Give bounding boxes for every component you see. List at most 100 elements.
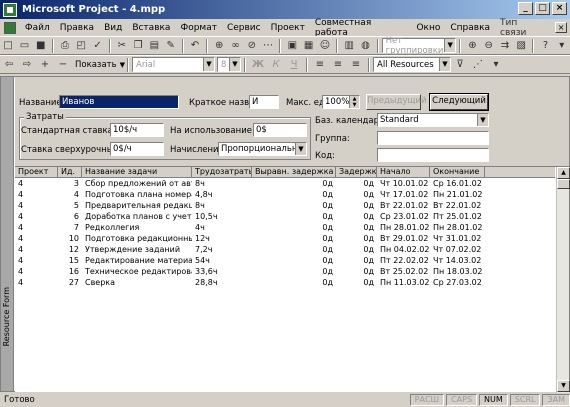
standard-rate-field[interactable]: 10$/ч [110,123,164,137]
autofilter-icon[interactable]: ⊽ [452,57,468,72]
col-id-header[interactable]: Ид. [58,167,82,178]
italic-button[interactable]: К [268,57,284,72]
font-size-combo[interactable]: 8 ▼ [217,57,241,72]
print-icon[interactable]: ⎙ [58,38,72,53]
task-info-icon[interactable]: ▣ [285,38,299,53]
split-task-icon[interactable]: ⋯ [261,38,275,53]
max-units-field[interactable]: 100% ▲ ▼ [322,95,360,109]
arrow-right-icon[interactable]: ⇨ [19,57,35,72]
align-right-icon[interactable]: ≡ [348,57,364,72]
chevron-down-icon[interactable]: ▼ [444,39,456,52]
table-row[interactable]: 4 3 Сбор предложений от автор 8ч 0д 0д Ч… [15,179,555,189]
spinner-icon[interactable]: ▲ ▼ [349,96,359,108]
bold-button[interactable]: Ж [250,57,266,72]
group-field[interactable] [377,131,489,145]
close-button[interactable]: × [552,2,567,15]
publish-icon[interactable]: ▥ [342,38,356,53]
show-dropdown[interactable]: Показать ▼ [72,57,125,72]
scroll-down-icon[interactable]: ▼ [557,380,570,392]
filter-combo[interactable]: All Resources ▼ [373,57,451,72]
help-icon[interactable]: ? [538,38,552,53]
unlink-tasks-icon[interactable]: ⊘ [245,38,259,53]
table-row[interactable]: 4 12 Утверждение заданий 7,2ч 0д 0д Пн 0… [15,245,555,255]
scroll-thumb[interactable] [557,179,570,189]
table-row[interactable]: 4 16 Техническое редактировани 33,6ч 0д … [15,267,555,277]
per-use-field[interactable]: 0$ [253,123,307,137]
link-type-label[interactable]: Тип связи [495,18,551,38]
table-row[interactable]: 4 4 Подготовка плана номера 4,8ч 0д 0д Ч… [15,190,555,200]
grid-vertical-scrollbar[interactable]: ▲ ▼ [556,167,570,393]
align-left-icon[interactable]: ≡ [312,57,328,72]
undo-icon[interactable]: ↶ [188,38,202,53]
scroll-up-icon[interactable]: ▲ [557,167,570,179]
menu-file[interactable]: Файл [20,23,55,33]
chevron-down-icon[interactable]: ▼ [229,58,240,71]
zoom-in-icon[interactable]: ⊕ [465,38,479,53]
menu-window[interactable]: Окно [411,23,445,33]
col-leveling-delay-header[interactable]: Выравн. задержка [252,167,336,178]
toolbar-options-icon[interactable]: ▾ [555,38,569,53]
menu-project[interactable]: Проект [266,23,310,33]
col-work-header[interactable]: Трудозатраты [192,167,252,178]
web-icon[interactable]: ◍ [358,38,372,53]
maximize-button[interactable]: □ [535,2,550,15]
short-name-field[interactable]: И [249,95,279,109]
copy-picture-icon[interactable]: ▧ [514,38,528,53]
chevron-down-icon[interactable]: ▼ [295,143,306,155]
document-icon[interactable] [4,21,16,34]
goto-task-icon[interactable]: ⇉ [498,38,512,53]
minus-icon[interactable]: − [55,57,71,72]
name-field[interactable]: Иванов [59,95,179,109]
menu-help[interactable]: Справка [445,23,495,33]
overtime-rate-field[interactable]: 0$/ч [110,142,164,156]
table-row[interactable]: 4 6 Доработка планов с учетом 10,5ч 0д 0… [15,212,555,222]
menu-insert[interactable]: Вставка [127,23,175,33]
toolbar-options-icon[interactable]: ▾ [488,57,504,72]
plus-icon[interactable]: + [37,57,53,72]
hyperlink-icon[interactable]: ⊕ [212,38,226,53]
minimize-button[interactable]: _ [518,2,533,15]
assign-resources-icon[interactable]: ☺ [318,38,332,53]
table-row[interactable]: 4 5 Предварительная редакция 8ч 0д 0д Вт… [15,201,555,211]
table-row[interactable]: 4 15 Редактирование материалов 54ч 0д 0д… [15,256,555,266]
spelling-icon[interactable]: ✓ [90,38,104,53]
col-task-name-header[interactable]: Название задачи [82,167,192,178]
chevron-down-icon[interactable]: ▼ [439,58,450,71]
arrow-left-icon[interactable]: ⇦ [1,57,17,72]
accrue-select[interactable]: Пропорциональное ▼ [218,142,307,156]
group-by-combo[interactable]: Нет группировки ▼ [381,36,457,56]
print-preview-icon[interactable]: ◰ [74,38,88,53]
col-start-header[interactable]: Начало [377,167,430,178]
gantt-wizard-icon[interactable]: ⋰ [470,57,486,72]
menu-collaborate[interactable]: Совместная работа [310,18,412,38]
table-row[interactable]: 4 7 Редколлегия 4ч 0д 0д Пн 28.01.02 Пн … [15,223,555,233]
chevron-down-icon[interactable]: ▼ [477,114,488,126]
copy-icon[interactable]: ❐ [131,38,145,53]
col-project-header[interactable]: Проект [15,167,58,178]
save-icon[interactable]: ■ [34,38,48,53]
menu-tools[interactable]: Сервис [222,23,266,33]
document-close-button[interactable]: × [555,22,567,33]
code-field[interactable] [377,148,489,162]
new-icon[interactable]: □ [1,38,15,53]
align-center-icon[interactable]: ≡ [330,57,346,72]
paste-icon[interactable]: ▤ [147,38,161,53]
menu-view[interactable]: Вид [99,23,127,33]
cut-icon[interactable]: ✂ [115,38,129,53]
base-calendar-select[interactable]: Standard ▼ [377,113,489,127]
next-button[interactable]: Следующий [429,93,489,111]
chevron-down-icon[interactable]: ▼ [203,58,214,71]
table-row[interactable]: 4 27 Сверка 28,8ч 0д 0д Пн 11.03.02 Ср 2… [15,278,555,288]
project-app-icon[interactable] [3,2,17,17]
table-row[interactable]: 4 10 Подготовка редакционных з 12ч 0д 0д… [15,234,555,244]
menu-edit[interactable]: Правка [55,23,99,33]
format-painter-icon[interactable]: ✎ [164,38,178,53]
task-notes-icon[interactable]: ▦ [302,38,316,53]
underline-button[interactable]: Ч [286,57,302,72]
col-finish-header[interactable]: Окончание [430,167,485,178]
font-combo[interactable]: Arial ▼ [132,57,215,72]
previous-button[interactable]: Предыдущий [366,94,427,110]
link-tasks-icon[interactable]: ∞ [228,38,242,53]
open-icon[interactable]: ▭ [17,38,31,53]
menu-format[interactable]: Формат [175,23,222,33]
